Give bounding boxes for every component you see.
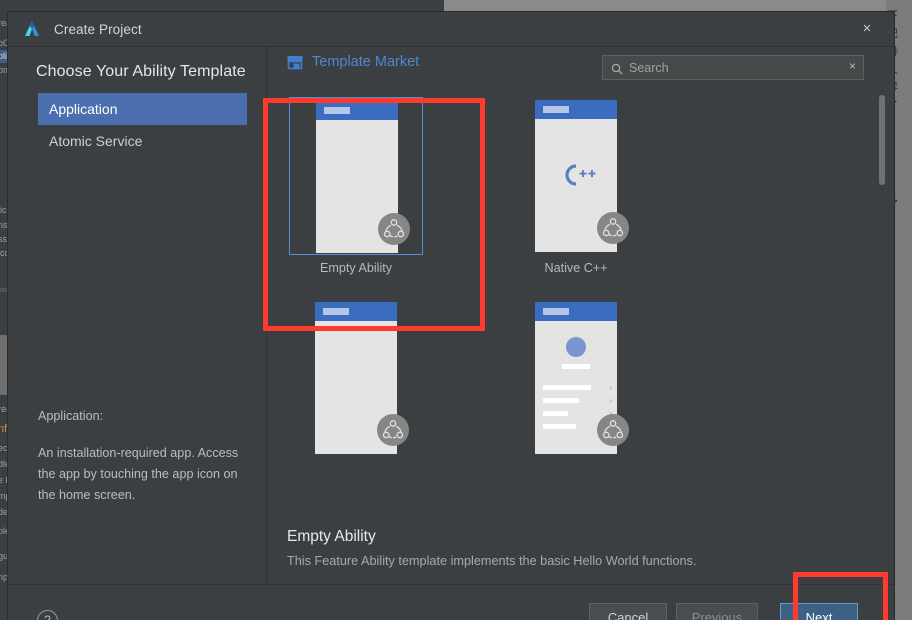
selected-template-description: This Feature Ability template implements… (287, 554, 697, 568)
phone-mockup (535, 100, 629, 252)
next-button[interactable]: Next (780, 603, 858, 620)
template-card-label: Empty Ability (319, 261, 393, 275)
phone-mockup (315, 302, 409, 454)
harmonyos-distributed-icon (378, 213, 410, 245)
create-project-dialog: Create Project × Choose Your Ability Tem… (8, 12, 894, 620)
search-icon (611, 62, 623, 74)
template-grid-scrollbar[interactable] (879, 95, 885, 340)
dialog-footer: ? Cancel Previous Next (8, 584, 894, 620)
template-card-native-cpp[interactable]: Native C++ (509, 97, 643, 275)
template-card-row2-col2[interactable]: › › › › (509, 299, 643, 457)
dialog-title: Create Project (54, 21, 142, 37)
template-card-label: Native C++ (544, 261, 608, 275)
phone-appbar-title-placeholder (323, 308, 349, 315)
search-placeholder: Search (629, 60, 669, 75)
phone-appbar (535, 100, 617, 119)
template-card-preview: › › › › (509, 299, 643, 457)
selected-template-info: Empty Ability This Feature Ability templ… (287, 528, 874, 568)
dialog-titlebar: Create Project × (8, 12, 894, 47)
template-card-row2-col1[interactable] (289, 299, 423, 457)
template-market-header[interactable]: Template Market (287, 54, 419, 70)
phone-appbar-title-placeholder (543, 106, 569, 113)
page-title: Choose Your Ability Template (36, 63, 246, 80)
category-item-atomic-service[interactable]: Atomic Service (38, 125, 247, 157)
profile-avatar (566, 337, 586, 357)
profile-list-row (543, 411, 568, 416)
chevron-right-icon: › (609, 396, 612, 405)
phone-mockup (316, 101, 410, 253)
phone-appbar-title-placeholder (543, 308, 569, 315)
bg-text-line: gu (0, 551, 9, 561)
help-question-icon[interactable]: ? (37, 610, 58, 620)
search-input[interactable]: Search × (602, 55, 864, 80)
chevron-right-icon: › (609, 383, 612, 392)
phone-appbar-title-placeholder (324, 107, 350, 114)
template-card-empty-ability[interactable]: Empty Ability (289, 97, 423, 275)
dialog-content: Choose Your Ability Template Application… (8, 47, 894, 584)
category-list: Application Atomic Service (8, 93, 266, 157)
previous-button: Previous (676, 603, 758, 620)
profile-list-row (543, 385, 591, 390)
harmonyos-distributed-icon (597, 414, 629, 446)
template-category-pane: Choose Your Ability Template Application… (8, 47, 267, 584)
profile-name-placeholder (562, 364, 590, 369)
template-card-preview (509, 97, 643, 255)
template-card-preview (289, 97, 423, 255)
search-clear-icon[interactable]: × (849, 59, 856, 73)
template-market-store-icon (287, 55, 303, 70)
template-market-label: Template Market (312, 54, 420, 70)
cancel-button[interactable]: Cancel (589, 603, 667, 620)
category-description-body: An installation-required app. Access the… (38, 446, 239, 502)
category-description: Application: An installation-required ap… (38, 406, 243, 506)
profile-list-row (543, 424, 576, 429)
phone-mockup: › › › › (535, 302, 629, 454)
profile-list-row (543, 398, 579, 403)
template-grid: Empty Ability Native C++ › › (267, 87, 894, 514)
deveco-studio-logo-icon (22, 19, 42, 39)
category-description-title: Application: (38, 409, 104, 423)
phone-appbar (316, 101, 398, 120)
category-item-application[interactable]: Application (38, 93, 247, 125)
cpp-logo-icon (535, 162, 617, 193)
bg-text-line: pli (0, 51, 8, 61)
selected-template-title: Empty Ability (287, 528, 376, 545)
scrollbar-thumb[interactable] (879, 95, 885, 185)
harmonyos-distributed-icon (597, 212, 629, 244)
screenshot-root: reat bO pli om lica nsta ss ico rea nfig… (0, 0, 912, 620)
template-card-preview (289, 299, 423, 457)
close-icon[interactable]: × (858, 20, 876, 38)
template-gallery-pane: Template Market Search × Empty Ability N… (267, 47, 894, 584)
phone-appbar (535, 302, 617, 321)
bg-text-line: ss (0, 234, 7, 244)
harmonyos-distributed-icon (377, 414, 409, 446)
phone-appbar (315, 302, 397, 321)
